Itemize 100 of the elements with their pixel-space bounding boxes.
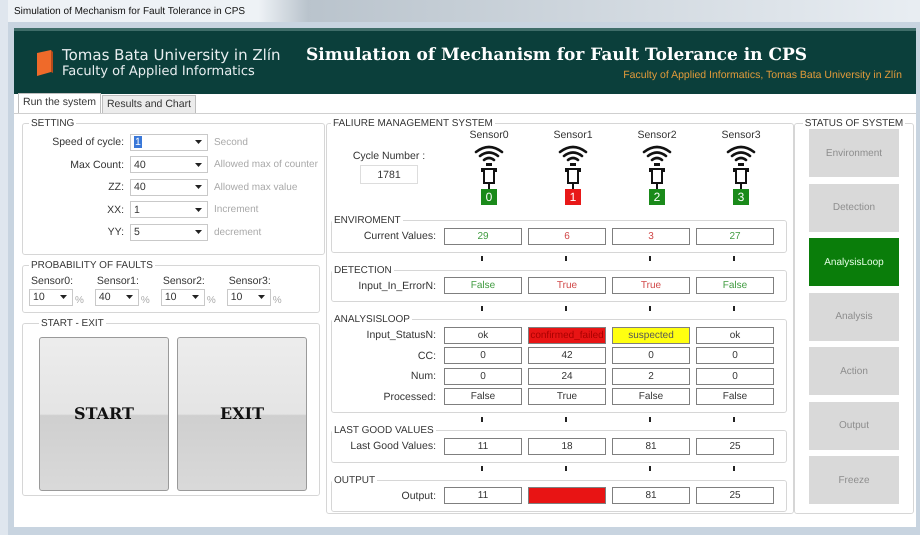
group-title: OUTPUT bbox=[333, 474, 376, 486]
cycle-label: Cycle Number : bbox=[352, 150, 426, 162]
group-title: PROBABILITY OF FAULTS bbox=[30, 260, 154, 270]
caret-icon bbox=[195, 162, 202, 167]
status-indicator: Environment bbox=[809, 129, 899, 177]
sensor-drawing bbox=[558, 144, 588, 190]
value-cell: suspected bbox=[612, 326, 690, 344]
value-cell: False bbox=[696, 388, 774, 406]
tick-mark bbox=[733, 306, 735, 310]
sensor-drawing bbox=[474, 144, 504, 190]
field-hint: Allowed max value bbox=[214, 182, 298, 193]
row-label: CC: bbox=[416, 350, 437, 362]
field-hint: Allowed max of counter bbox=[214, 159, 318, 170]
group-title: DETECTION bbox=[333, 264, 393, 276]
dropdown[interactable]: 1 bbox=[130, 134, 208, 151]
tick-mark bbox=[733, 256, 735, 261]
field-label: XX: bbox=[106, 204, 125, 216]
dropdown[interactable]: 1 bbox=[130, 201, 208, 218]
field-hint: decrement bbox=[214, 226, 262, 238]
dropdown[interactable]: 5 bbox=[130, 224, 208, 241]
sensor-number: 1 bbox=[565, 189, 581, 205]
tick-mark bbox=[565, 256, 567, 261]
cycle-number-field: 1781 bbox=[360, 165, 418, 184]
sensor-number: 0 bbox=[481, 189, 497, 205]
tick-mark bbox=[649, 256, 651, 261]
value-cell: 0 bbox=[444, 347, 522, 364]
tick-mark bbox=[649, 306, 651, 310]
value-cell: 81 bbox=[612, 487, 690, 504]
value-cell: 11 bbox=[444, 487, 522, 504]
tab[interactable]: Run the system bbox=[18, 93, 101, 113]
caret-icon bbox=[126, 295, 133, 299]
action-button[interactable]: EXIT bbox=[177, 336, 307, 490]
value-cell: 0 bbox=[696, 368, 774, 385]
dropdown[interactable]: 10 bbox=[29, 288, 73, 306]
field-label: Speed of cycle: bbox=[51, 136, 125, 148]
sensor-name: Sensor3 bbox=[721, 129, 761, 141]
action-button[interactable]: START bbox=[39, 336, 169, 490]
sensor-name: Sensor1 bbox=[553, 129, 593, 141]
row-label: Current Values: bbox=[362, 230, 437, 242]
window-title: Simulation of Mechanism for Fault Tolerance in CPS bbox=[14, 6, 246, 16]
value-cell: False bbox=[696, 277, 774, 294]
group-title: STATUS OF SYSTEM bbox=[804, 118, 904, 129]
value-cell: 25 bbox=[696, 438, 774, 455]
dropdown[interactable]: 40 bbox=[130, 156, 208, 174]
value-cell: 27 bbox=[696, 228, 774, 245]
group-title: START - EXIT bbox=[40, 318, 105, 328]
unit-label: % bbox=[75, 294, 84, 306]
value-cell: 29 bbox=[444, 228, 522, 245]
value-cell: 81 bbox=[612, 438, 690, 455]
value-cell: True bbox=[612, 277, 690, 294]
field-label: ZZ: bbox=[107, 181, 125, 194]
unit-label: % bbox=[140, 294, 150, 306]
value-cell: 0 bbox=[696, 347, 774, 364]
value-cell: True bbox=[528, 388, 606, 406]
field-label: Max Count: bbox=[69, 158, 125, 171]
sensor-name: Sensor0 bbox=[469, 129, 509, 141]
tick-mark bbox=[649, 466, 651, 471]
dropdown[interactable]: 10 bbox=[160, 288, 205, 306]
dropdown[interactable]: 40 bbox=[94, 288, 139, 306]
app-subtitle: Faculty of Applied Informatics, Tomas Bata University in Zlín bbox=[623, 68, 902, 80]
tick-mark bbox=[481, 256, 483, 261]
group-title: ANALYSISLOOP bbox=[333, 314, 411, 325]
value-cell: 0 bbox=[444, 368, 522, 385]
value-cell: 25 bbox=[696, 487, 774, 504]
sensor-number: 2 bbox=[649, 189, 665, 205]
value-cell: True bbox=[528, 277, 606, 294]
value-cell: ok bbox=[696, 326, 774, 344]
dropdown[interactable]: 40 bbox=[130, 178, 208, 196]
tick-mark bbox=[649, 416, 651, 422]
field-hint: Second bbox=[214, 136, 248, 148]
status-indicator: Output bbox=[809, 402, 899, 450]
value-cell: 18 bbox=[528, 438, 606, 455]
university-name: Tomas Bata University in Zlín bbox=[62, 46, 280, 64]
status-indicator: AnalysisLoop bbox=[809, 238, 899, 286]
tick-mark bbox=[733, 466, 735, 471]
value-cell: ok bbox=[444, 326, 522, 344]
value-cell: 3 bbox=[612, 228, 690, 245]
row-label: Num: bbox=[410, 370, 437, 382]
value-cell: 11 bbox=[444, 438, 522, 455]
value-cell: False bbox=[612, 388, 690, 406]
value-cell: 0 bbox=[612, 347, 690, 364]
row-label: Input_In_ErrorN: bbox=[357, 280, 437, 292]
sensor-label: Sensor2: bbox=[162, 274, 206, 286]
value-cell: False bbox=[444, 277, 522, 294]
faculty-name: Faculty of Applied Informatics bbox=[62, 64, 256, 79]
tick-mark bbox=[565, 416, 567, 422]
tick-mark bbox=[733, 416, 735, 422]
status-indicator: Analysis bbox=[809, 292, 899, 340]
row-label: Input_StatusN: bbox=[366, 329, 437, 342]
row-label: Output: bbox=[400, 490, 437, 502]
tick-mark bbox=[481, 306, 483, 310]
tab[interactable]: Results and Chart bbox=[102, 95, 196, 113]
sensor-label: Sensor0: bbox=[30, 274, 74, 286]
sensor-drawing bbox=[726, 144, 756, 190]
group-title: SETTING bbox=[30, 118, 76, 129]
dropdown[interactable]: 10 bbox=[226, 288, 271, 306]
tick-mark bbox=[565, 306, 567, 310]
caret-icon bbox=[258, 295, 265, 299]
logo-icon bbox=[36, 50, 54, 76]
status-indicator: Freeze bbox=[809, 456, 899, 504]
